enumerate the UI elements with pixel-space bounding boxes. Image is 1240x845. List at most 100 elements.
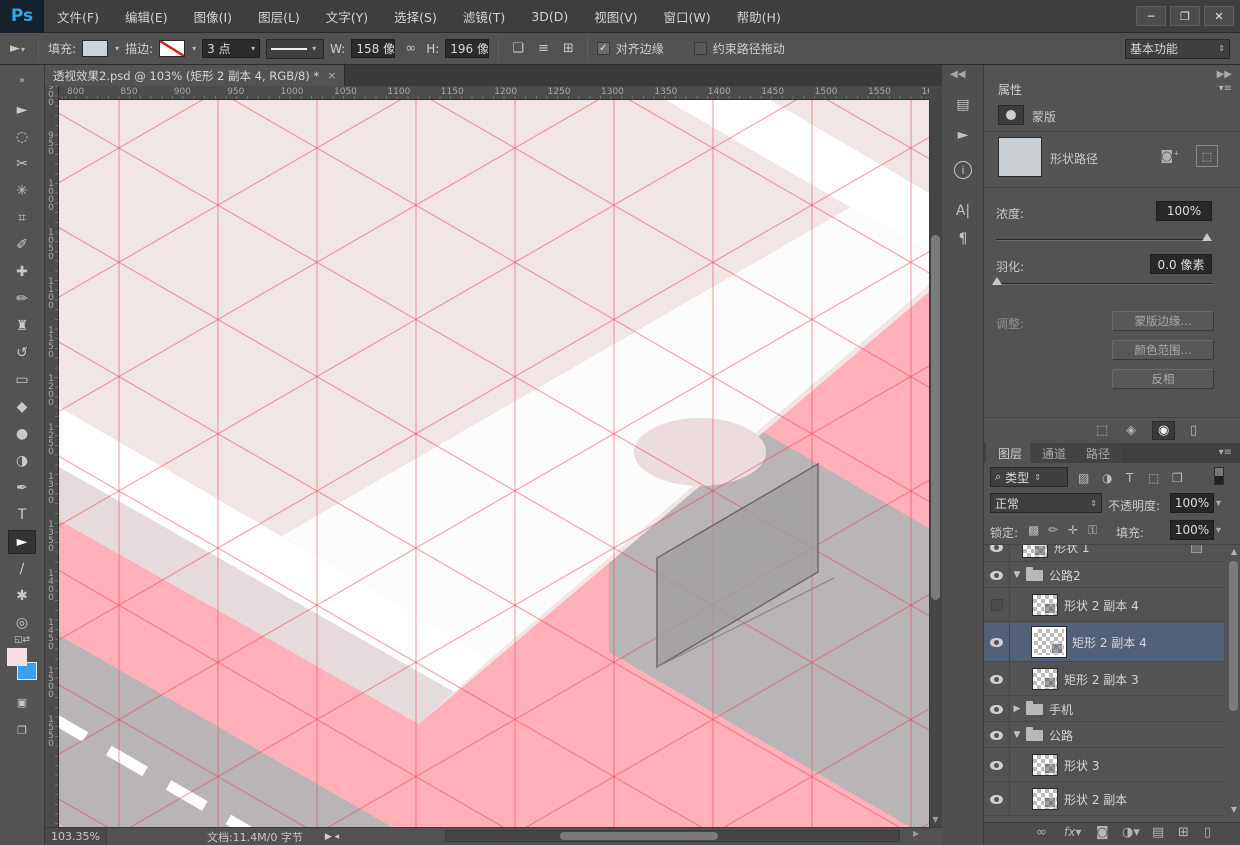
zoom-level-field[interactable]: 103.35%: [45, 828, 107, 845]
visibility-toggle[interactable]: [984, 723, 1010, 747]
visibility-toggle[interactable]: [984, 663, 1010, 695]
chevron-right-icon[interactable]: ▶: [1010, 704, 1024, 714]
add-mask-icon[interactable]: ◙⁺: [1161, 149, 1180, 164]
menu-item-0[interactable]: 文件(F): [44, 0, 112, 33]
delete-mask-trash-icon[interactable]: ▯: [1190, 423, 1197, 438]
healing-brush-tool[interactable]: ✚: [8, 260, 36, 284]
invert-button[interactable]: 反相: [1112, 369, 1214, 389]
menu-item-6[interactable]: 滤镜(T): [450, 0, 518, 33]
new-group-folder-icon[interactable]: ▤: [1152, 825, 1164, 840]
screen-mode-icon[interactable]: ❐: [8, 718, 36, 742]
lock-all-icon[interactable]: ⚿: [1088, 523, 1097, 538]
menu-item-4[interactable]: 文字(Y): [313, 0, 381, 33]
character-icon[interactable]: A|: [949, 199, 977, 223]
blend-mode-dropdown[interactable]: 正常⇕: [990, 493, 1102, 513]
visibility-toggle[interactable]: [984, 749, 1010, 781]
filter-pixel-layers-icon[interactable]: ▨: [1078, 471, 1089, 485]
foreground-color-swatch[interactable]: [7, 648, 27, 666]
visibility-toggle[interactable]: [984, 545, 1010, 561]
density-slider-handle[interactable]: [1202, 233, 1212, 241]
tab-paths[interactable]: 路径: [1074, 443, 1122, 463]
fill-value[interactable]: 100%: [1170, 520, 1214, 540]
layer-thumbnail[interactable]: [1032, 594, 1058, 616]
menu-item-5[interactable]: 选择(S): [381, 0, 450, 33]
align-edges-checkbox[interactable]: ✓: [597, 42, 610, 55]
layers-scrollbar-thumb[interactable]: [1229, 561, 1238, 711]
status-menu-icon[interactable]: ▶ ◂: [325, 832, 339, 842]
tab-channels[interactable]: 通道: [1030, 443, 1078, 463]
filter-type-layers-icon[interactable]: T: [1126, 471, 1133, 485]
density-value[interactable]: 100%: [1156, 201, 1212, 221]
group-row-6[interactable]: ▼公路: [984, 723, 1224, 748]
density-slider[interactable]: [996, 239, 1212, 241]
opacity-caret-icon[interactable]: ▾: [1216, 498, 1221, 509]
lock-pixels-icon[interactable]: ✏: [1048, 523, 1058, 537]
collapse-tools-icon[interactable]: »: [8, 68, 36, 92]
visibility-toggle[interactable]: [984, 783, 1010, 815]
path-operations-icon[interactable]: ❏: [508, 41, 528, 56]
stroke-style-dropdown[interactable]: ▾: [266, 39, 324, 59]
paint-bucket-tool[interactable]: ◆: [8, 395, 36, 419]
delete-layer-trash-icon[interactable]: ▯: [1204, 825, 1211, 840]
visibility-toggle[interactable]: [984, 623, 1010, 661]
layer-thumbnail[interactable]: [1032, 754, 1058, 776]
layer-row-0[interactable]: 形状 1: [984, 545, 1224, 562]
visibility-toggle[interactable]: [984, 563, 1010, 587]
crop-tool[interactable]: ⌗: [8, 206, 36, 230]
layer-name[interactable]: 矩形 2 副本 3: [1064, 671, 1139, 688]
move-tool[interactable]: ►: [8, 98, 36, 122]
layer-row-4[interactable]: 矩形 2 副本 3: [984, 663, 1224, 696]
layer-name[interactable]: 形状 1: [1054, 545, 1089, 556]
paragraph-icon[interactable]: ¶: [949, 227, 977, 251]
layer-name[interactable]: 手机: [1049, 701, 1073, 718]
add-mask-footer-icon[interactable]: ◙: [1096, 825, 1109, 840]
history-brush-tool[interactable]: ↺: [8, 341, 36, 365]
filter-shape-layers-icon[interactable]: ⬚: [1148, 471, 1159, 485]
group-row-5[interactable]: ▶ 手机: [984, 697, 1224, 722]
vertical-scrollbar-thumb[interactable]: [931, 235, 940, 600]
history-icon[interactable]: ▤: [949, 93, 977, 117]
layer-thumbnail[interactable]: [1032, 788, 1058, 810]
feather-slider-handle[interactable]: [992, 277, 1002, 285]
apply-mask-icon[interactable]: ◈: [1126, 423, 1136, 438]
chevron-down-icon[interactable]: ▼: [1010, 570, 1024, 580]
eyedropper-tool[interactable]: ✐: [8, 233, 36, 257]
layer-thumbnail[interactable]: [1022, 545, 1048, 558]
menu-item-9[interactable]: 窗口(W): [651, 0, 724, 33]
hand-tool[interactable]: ✱: [8, 584, 36, 608]
mask-edge-button[interactable]: 蒙版边缘...: [1112, 311, 1214, 331]
layer-row-3[interactable]: 矩形 2 副本 4: [984, 623, 1224, 662]
layer-thumbnail[interactable]: [1032, 668, 1058, 690]
info-icon[interactable]: i: [954, 161, 972, 179]
tab-properties[interactable]: 属性: [986, 79, 1034, 99]
adjustment-layer-icon[interactable]: ◑▾: [1122, 825, 1140, 840]
layers-panel-menu-icon[interactable]: ▾≡: [1219, 447, 1232, 458]
constrain-drag-checkbox[interactable]: ✓: [694, 42, 707, 55]
layer-filter-dropdown[interactable]: ⌕类型⇕: [990, 467, 1068, 487]
chevron-down-icon[interactable]: ▼: [1010, 730, 1024, 740]
layer-row-7[interactable]: 形状 3: [984, 749, 1224, 782]
menu-item-10[interactable]: 帮助(H): [724, 0, 794, 33]
path-selection-tool[interactable]: ►: [8, 530, 36, 554]
actions-icon[interactable]: ►: [949, 123, 977, 147]
layer-name[interactable]: 形状 2 副本 4: [1064, 597, 1139, 614]
canvas[interactable]: [59, 100, 929, 827]
workspace-switcher[interactable]: 基本功能⇕: [1125, 39, 1230, 59]
layer-styles-fx-icon[interactable]: fx▾: [1064, 825, 1081, 839]
layer-name[interactable]: 形状 2 副本: [1064, 791, 1127, 808]
line-tool[interactable]: ∕: [8, 557, 36, 581]
link-layers-icon[interactable]: ∞: [1036, 825, 1047, 840]
path-align-icon[interactable]: ≡: [534, 41, 553, 56]
brush-tool[interactable]: ✏: [8, 287, 36, 311]
properties-panel-menu-icon[interactable]: ▾≡: [1219, 83, 1232, 94]
link-dimensions-icon[interactable]: ∞: [401, 41, 420, 56]
marquee-tool[interactable]: ◌: [8, 125, 36, 149]
fill-caret-icon[interactable]: ▾: [1216, 525, 1221, 536]
group-row-1[interactable]: ▼公路2: [984, 563, 1224, 588]
lasso-tool[interactable]: ✂: [8, 152, 36, 176]
filter-adjustment-layers-icon[interactable]: ◑: [1102, 471, 1112, 485]
filter-smart-objects-icon[interactable]: ❐: [1172, 471, 1183, 485]
minimize-button[interactable]: ─: [1136, 6, 1166, 26]
layer-thumbnail[interactable]: [1032, 627, 1066, 657]
menu-item-7[interactable]: 3D(D): [518, 0, 581, 33]
